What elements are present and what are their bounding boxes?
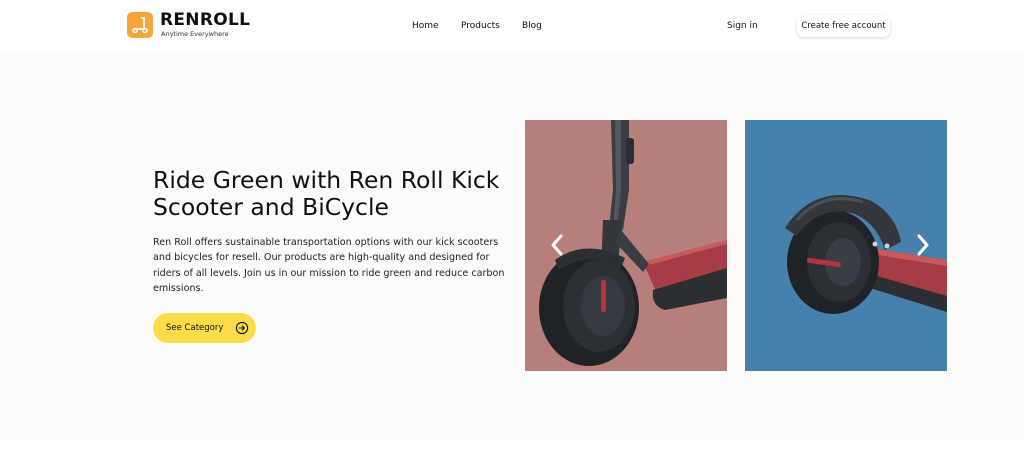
top-navbar: RENROLL Anytime Everywhere Home Products… <box>0 0 1024 52</box>
scooter-icon[interactable] <box>127 12 153 38</box>
hero-description: Ren Roll offers sustainable transportati… <box>153 237 505 294</box>
sign-in-link[interactable]: Sign in <box>727 20 758 32</box>
create-account-button[interactable]: Create free account <box>797 15 890 37</box>
nav-link-products[interactable]: Products <box>461 20 500 32</box>
nav-link-blog[interactable]: Blog <box>522 20 542 32</box>
chevron-right-icon[interactable] <box>915 233 931 257</box>
see-category-label: See Category <box>166 323 224 333</box>
arrow-right-circle-icon <box>235 321 249 335</box>
nav-link-home[interactable]: Home <box>412 20 439 32</box>
hero-section: Ride Green with Ren Roll Kick Scooter an… <box>0 52 1024 440</box>
chevron-left-icon[interactable] <box>549 233 565 257</box>
brand-name[interactable]: RENROLL <box>160 11 250 29</box>
carousel-slide-1[interactable] <box>525 120 727 371</box>
brand-tagline: Anytime Everywhere <box>161 30 229 38</box>
hero-title: Ride Green with Ren Roll Kick Scooter an… <box>153 166 500 221</box>
carousel-slide-2[interactable] <box>745 120 947 371</box>
see-category-button[interactable]: See Category <box>153 313 256 343</box>
